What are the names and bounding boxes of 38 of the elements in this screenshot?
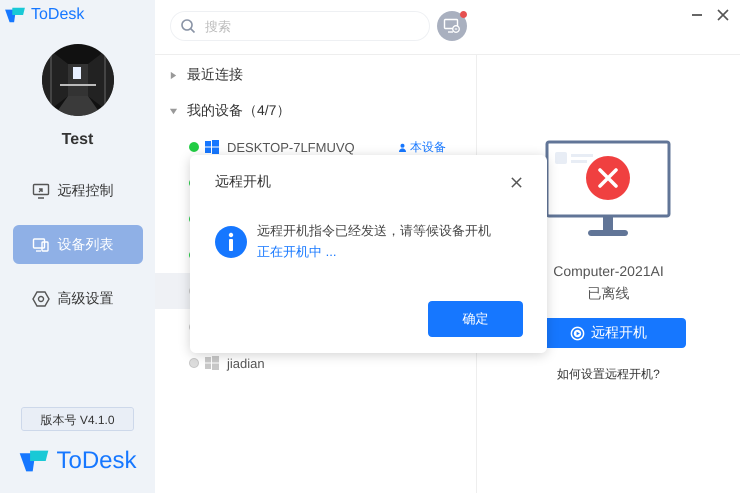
search-icon [180, 18, 196, 34]
settings-icon [32, 290, 50, 308]
dialog-title: 远程开机 [215, 173, 271, 191]
progress-text: 正在开机中 ... [257, 243, 338, 261]
info-icon [215, 226, 247, 258]
caret-icon [169, 70, 178, 80]
power-icon [570, 326, 585, 340]
user-name: Test [62, 131, 94, 149]
logo-icon [4, 6, 26, 24]
group-header[interactable]: 我的设备（4/7） [155, 93, 476, 129]
device-status: 已离线 [588, 285, 630, 303]
device-name: Computer-2021AI [553, 263, 664, 279]
app-title: ToDesk [31, 6, 84, 24]
this-device-tag: 本设备 [398, 138, 446, 156]
confirm-button[interactable]: 确定 [428, 301, 523, 337]
device-name: jiadian [227, 356, 265, 370]
windows-icon [205, 140, 219, 154]
help-link[interactable]: 如何设置远程开机? [557, 366, 660, 383]
person-icon [398, 142, 407, 152]
brand-name: ToDesk [56, 447, 137, 475]
monitor-icon [32, 182, 50, 200]
close-icon[interactable] [716, 8, 730, 22]
search-field[interactable]: 搜索 [170, 11, 430, 41]
devices-icon [32, 236, 50, 254]
group-header[interactable]: 最近连接 [155, 57, 476, 93]
nav-item[interactable]: 远程控制 [12, 171, 142, 210]
device-name: DESKTOP-7LFMUVQ [227, 140, 355, 154]
caret-icon [169, 106, 178, 116]
add-device-button[interactable] [437, 11, 467, 41]
monitor-icon [443, 17, 461, 35]
windows-icon [205, 356, 219, 370]
device-row[interactable]: DESKTOP-7LFMUVQ 本设备 [155, 129, 476, 165]
close-icon[interactable] [510, 176, 523, 188]
dialog-message: 远程开机指令已经发送，请等候设备开机 [257, 222, 491, 240]
nav-item[interactable]: 高级设置 [12, 279, 142, 318]
version-label: 版本号 V4.1.0 [21, 407, 134, 431]
logo-icon [18, 448, 50, 474]
device-row[interactable]: jiadian [155, 345, 476, 381]
